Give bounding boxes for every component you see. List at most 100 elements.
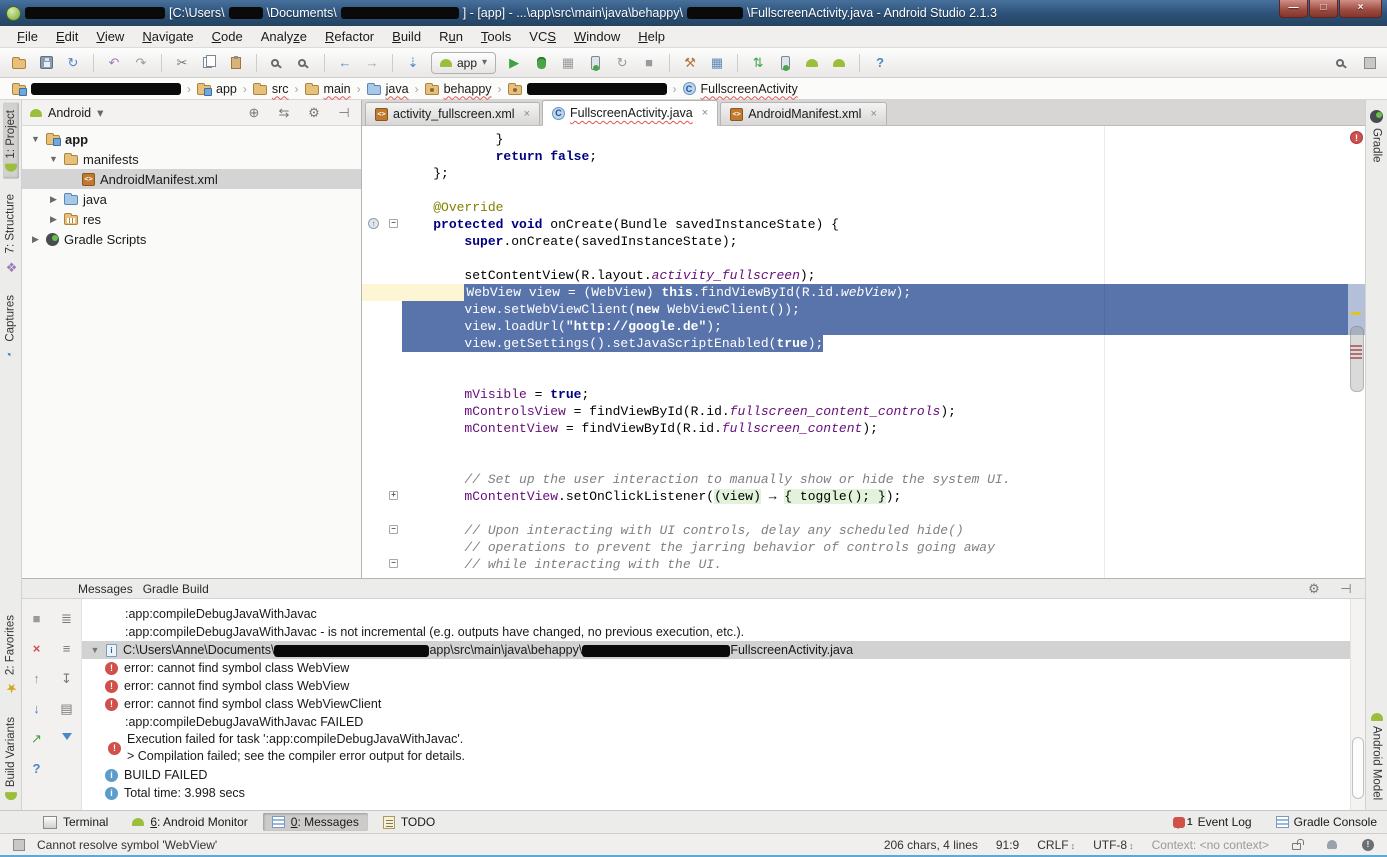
- code-line[interactable]: view.getSettings().setJavaScriptEnabled(…: [362, 335, 1365, 352]
- sdk-button[interactable]: [803, 52, 821, 74]
- hector-icon-button[interactable]: [1323, 834, 1341, 856]
- code-line[interactable]: view.loadUrl("http://google.de");: [362, 318, 1365, 335]
- menu-help[interactable]: Help: [629, 27, 674, 46]
- breadcrumb-item-behappy[interactable]: behappy: [421, 82, 496, 96]
- tree-arrow-icon[interactable]: ▶: [48, 214, 59, 225]
- menu-file[interactable]: File: [8, 27, 47, 46]
- code-line[interactable]: super.onCreate(savedInstanceState);: [362, 233, 1365, 250]
- find-button[interactable]: [268, 52, 286, 74]
- editor-tab-activity-fullscreen-xml[interactable]: <>activity_fullscreen.xml×: [365, 102, 540, 125]
- monitor-button[interactable]: [830, 52, 848, 74]
- menu-analyze[interactable]: Analyze: [252, 27, 316, 46]
- editor-scrollbar-thumb[interactable]: [1350, 326, 1364, 392]
- sync-button[interactable]: ↻: [64, 52, 82, 74]
- fold-marker-icon[interactable]: +: [389, 491, 398, 500]
- code-line[interactable]: [362, 369, 1365, 386]
- stop-button[interactable]: ■: [24, 607, 50, 629]
- menu-view[interactable]: View: [87, 27, 133, 46]
- message-row[interactable]: !error: cannot find symbol class WebView: [82, 659, 1365, 677]
- errors-in-file-badge[interactable]: !: [1350, 131, 1363, 144]
- message-row[interactable]: :app:compileDebugJavaWithJavac: [82, 605, 1365, 623]
- code-line[interactable]: − // while interacting with the UI.: [362, 556, 1365, 573]
- code-line[interactable]: ↑− protected void onCreate(Bundle savedI…: [362, 216, 1365, 233]
- hide-button[interactable]: ⊣: [335, 102, 353, 124]
- code-line[interactable]: mControlsView = findViewById(R.id.fullsc…: [362, 403, 1365, 420]
- tool-window-tab-gradle[interactable]: Gradle: [1368, 103, 1385, 170]
- error-stripe[interactable]: !: [1348, 126, 1365, 578]
- wrench-button[interactable]: ⚒: [681, 52, 699, 74]
- export-button[interactable]: ↧: [54, 667, 80, 689]
- lock-icon-button[interactable]: [1287, 834, 1305, 856]
- forward-button[interactable]: →: [363, 52, 381, 74]
- stop-button[interactable]: ■: [640, 52, 658, 74]
- menu-edit[interactable]: Edit: [47, 27, 87, 46]
- attach-button[interactable]: [586, 52, 604, 74]
- editor-tab-androidmanifest-xml[interactable]: <>AndroidManifest.xml×: [720, 102, 887, 125]
- code-line[interactable]: @Override: [362, 199, 1365, 216]
- code-line[interactable]: mContentView = findViewById(R.id.fullscr…: [362, 420, 1365, 437]
- breadcrumb-item-main[interactable]: main: [301, 82, 355, 96]
- help-button[interactable]: ?: [871, 52, 889, 74]
- breadcrumb-item-java[interactable]: java: [363, 82, 413, 96]
- fold-marker-icon[interactable]: −: [389, 525, 398, 534]
- split-button[interactable]: ⇆: [275, 102, 293, 124]
- closeRed-button[interactable]: ×: [24, 637, 50, 659]
- tree-item-java[interactable]: ▶java: [22, 189, 361, 209]
- rerun-button[interactable]: ↻: [613, 52, 631, 74]
- breadcrumb-item-fullscreenactivity[interactable]: CFullscreenActivity: [679, 82, 802, 96]
- tree-item-gradle-scripts[interactable]: ▶Gradle Scripts: [22, 229, 361, 249]
- structure-button[interactable]: ▦: [708, 52, 726, 74]
- code-line[interactable]: + mContentView.setOnClickListener((view)…: [362, 488, 1365, 505]
- code-gutter[interactable]: +: [362, 488, 402, 505]
- tree-item-androidmanifest-xml[interactable]: <>AndroidManifest.xml: [22, 169, 361, 189]
- debug-button[interactable]: [532, 52, 550, 74]
- frame-switcher-button[interactable]: [1361, 52, 1379, 74]
- run-button[interactable]: ▶: [505, 52, 523, 74]
- coverage-button[interactable]: ▦: [559, 52, 577, 74]
- message-row[interactable]: iBUILD FAILED: [82, 766, 1365, 784]
- stripe-caret-mark[interactable]: [1351, 312, 1361, 315]
- code-line[interactable]: view.setWebViewClient(new WebViewClient(…: [362, 301, 1365, 318]
- code-line[interactable]: setContentView(R.layout.activity_fullscr…: [362, 267, 1365, 284]
- tree-item-app[interactable]: ▼app: [22, 129, 361, 149]
- tree-arrow-icon[interactable]: ▶: [48, 194, 59, 205]
- button-event-log[interactable]: 1Event Log: [1173, 815, 1252, 829]
- run-configuration-selector[interactable]: app▾: [431, 52, 496, 74]
- paste-button[interactable]: [227, 52, 245, 74]
- code-editor[interactable]: } return false; }; @Override↑− protected…: [362, 126, 1365, 578]
- help-button[interactable]: ?: [24, 757, 50, 779]
- code-gutter[interactable]: −: [362, 556, 402, 573]
- close-icon[interactable]: ×: [870, 108, 876, 120]
- button-gradle-console[interactable]: Gradle Console: [1276, 815, 1377, 829]
- message-row[interactable]: :app:compileDebugJavaWithJavac - is not …: [82, 623, 1365, 641]
- avd-button[interactable]: [776, 52, 794, 74]
- code-gutter[interactable]: ↑−: [362, 216, 402, 233]
- back-button[interactable]: ←: [336, 52, 354, 74]
- code-line[interactable]: // Set up the user interaction to manual…: [362, 471, 1365, 488]
- messages-scrollbar[interactable]: [1350, 599, 1365, 810]
- gradlesync-button[interactable]: ⇅: [749, 52, 767, 74]
- close-button[interactable]: ×: [1339, 0, 1382, 18]
- breadcrumb-item-src[interactable]: src: [249, 82, 293, 96]
- tool-window-tab-1-project[interactable]: 1: Project: [3, 103, 19, 179]
- filter-button[interactable]: [54, 727, 80, 749]
- tree-item-manifests[interactable]: ▼manifests: [22, 149, 361, 169]
- fold-marker-icon[interactable]: −: [389, 559, 398, 568]
- code-line[interactable]: [362, 454, 1365, 471]
- bottom-tab-terminal[interactable]: Terminal: [34, 813, 117, 831]
- menu-tools[interactable]: Tools: [472, 27, 520, 46]
- context-widget[interactable]: Context: <no context>: [1152, 838, 1269, 852]
- gear-button[interactable]: ⚙: [305, 102, 323, 124]
- save-button[interactable]: [37, 52, 55, 74]
- code-line[interactable]: − // Upon interacting with UI controls, …: [362, 522, 1365, 539]
- menu-build[interactable]: Build: [383, 27, 430, 46]
- code-gutter[interactable]: −: [362, 522, 402, 539]
- menu-code[interactable]: Code: [203, 27, 252, 46]
- code-line[interactable]: [362, 250, 1365, 267]
- minimize-button[interactable]: —: [1279, 0, 1308, 18]
- caret-position[interactable]: 91:9: [996, 838, 1019, 852]
- code-line[interactable]: [362, 505, 1365, 522]
- close-icon[interactable]: ×: [524, 108, 530, 120]
- undo-button[interactable]: ↶: [105, 52, 123, 74]
- code-line[interactable]: // operations to prevent the jarring beh…: [362, 539, 1365, 556]
